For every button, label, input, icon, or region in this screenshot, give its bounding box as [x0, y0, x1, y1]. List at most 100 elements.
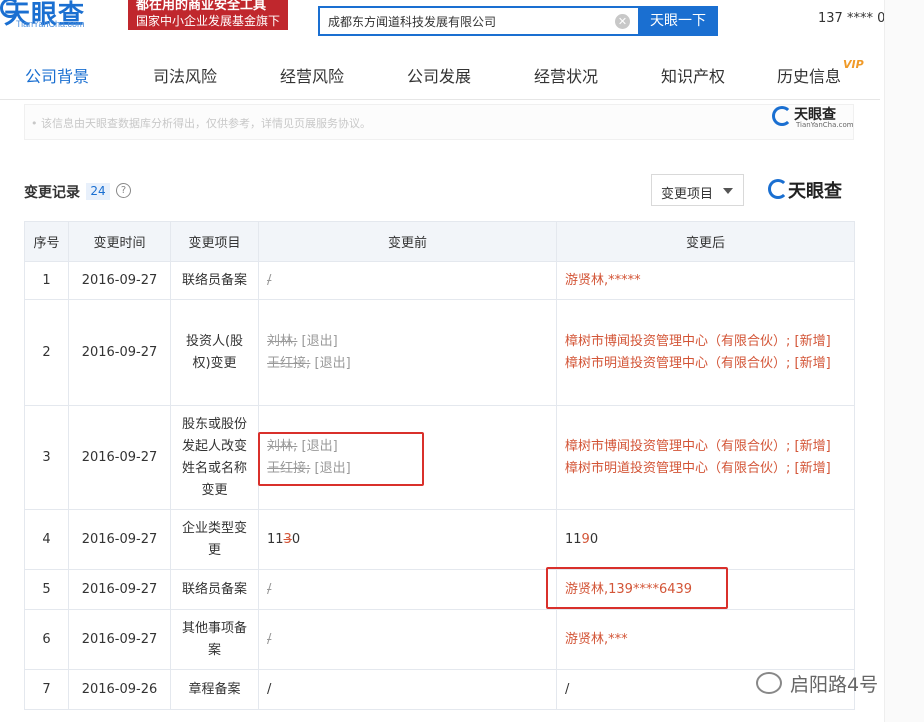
- header-before: 变更前: [258, 221, 557, 262]
- cell-item: 投资人(股权)变更: [170, 299, 259, 406]
- table-header-row: 序号 变更时间 变更项目 变更前 变更后: [24, 221, 855, 262]
- cell-before: /: [258, 261, 557, 300]
- tab-company-development[interactable]: 公司发展: [407, 63, 471, 87]
- search-input-value: 成都东方闻道科技发展有限公司: [328, 15, 497, 29]
- cell-before: 1130: [258, 509, 557, 570]
- search-button[interactable]: 天眼一下: [638, 6, 718, 36]
- header-item: 变更项目: [170, 221, 259, 262]
- record-count-badge: 24: [86, 183, 110, 200]
- cell-after: 樟树市博闻投资管理中心（有限合伙）; [新增] 樟树市明道投资管理中心（有限合伙…: [556, 405, 855, 510]
- disclaimer-text: • 该信息由天眼查数据库分析得出，仅供参考，详情见页展服务协议。: [31, 117, 371, 130]
- cell-item: 联络员备案: [170, 569, 259, 610]
- eye-icon: [772, 106, 792, 126]
- table-row: 2 2016-09-27 投资人(股权)变更 刘林; [退出] 王红接; [退出…: [24, 299, 855, 406]
- change-item-filter[interactable]: 变更项目: [651, 174, 744, 206]
- disclaimer-logo: 天眼查 TianYanCha.com: [772, 104, 854, 132]
- after-entry: 樟树市明道投资管理中心（有限合伙）; [新增]: [565, 460, 831, 476]
- plain-value: /: [565, 681, 570, 697]
- after-entry: 樟树市明道投资管理中心（有限合伙）; [新增]: [565, 355, 831, 371]
- table-row: 5 2016-09-27 联络员备案 / 游贤林,139****6439: [24, 569, 855, 610]
- table-row: 3 2016-09-27 股东或股份发起人改变姓名或名称变更 刘林; [退出] …: [24, 405, 855, 510]
- logo-subtext: TianYanCha.com: [16, 19, 85, 29]
- section-title: 变更记录: [24, 185, 80, 201]
- cell-after: 游贤林,*****: [556, 261, 855, 300]
- cell-date: 2016-09-27: [68, 405, 171, 510]
- tab-business-risk[interactable]: 经营风险: [280, 63, 344, 87]
- cell-date: 2016-09-27: [68, 299, 171, 406]
- cell-date: 2016-09-27: [68, 609, 171, 670]
- vip-badge: VIP: [843, 58, 864, 71]
- clear-icon[interactable]: ✕: [615, 14, 630, 29]
- struck-value: 王红接;: [267, 355, 311, 371]
- exit-tag: [退出]: [301, 333, 338, 349]
- cell-after: 1190: [556, 509, 855, 570]
- filter-label: 变更项目: [661, 187, 714, 202]
- header-date: 变更时间: [68, 221, 171, 262]
- value-part: 11: [565, 531, 582, 547]
- cell-before: 刘林; [退出] 王红接; [退出]: [258, 299, 557, 406]
- annotation-box-after: [546, 567, 728, 609]
- cell-index: 7: [24, 669, 69, 710]
- slogan-banner: 都在用的商业安全工具 国家中小企业发展基金旗下: [128, 0, 288, 30]
- cell-date: 2016-09-26: [68, 669, 171, 710]
- question-circle-icon[interactable]: ?: [116, 183, 131, 198]
- cell-index: 6: [24, 609, 69, 670]
- table-row: 7 2016-09-26 章程备案 / /: [24, 669, 855, 710]
- main-nav: 公司背景 司法风险 经营风险 公司发展 经营状况 知识产权 历史信息: [0, 48, 880, 100]
- table-row: 1 2016-09-27 联络员备案 / 游贤林,*****: [24, 261, 855, 300]
- cell-item: 股东或股份发起人改变姓名或名称变更: [170, 405, 259, 510]
- wechat-icon: [756, 672, 782, 694]
- tab-intellectual-property[interactable]: 知识产权: [661, 63, 725, 87]
- tab-operating-status[interactable]: 经营状况: [534, 63, 598, 87]
- eye-icon: [768, 179, 788, 199]
- cell-index: 4: [24, 509, 69, 570]
- cell-date: 2016-09-27: [68, 569, 171, 610]
- after-entry: 樟树市博闻投资管理中心（有限合伙）; [新增]: [565, 333, 831, 349]
- caret-down-icon: [723, 188, 733, 194]
- watermark-text: 启阳路4号: [790, 674, 879, 696]
- cell-item: 企业类型变更: [170, 509, 259, 570]
- cell-item: 章程备案: [170, 669, 259, 710]
- value-part: 0: [589, 531, 599, 547]
- value-part: 0: [291, 531, 301, 547]
- tianyancha-logo[interactable]: 天眼查 TianYanCha.com: [0, 0, 120, 36]
- cell-after: 游贤林,***: [556, 609, 855, 670]
- cell-index: 2: [24, 299, 69, 406]
- right-gutter: [884, 0, 924, 722]
- cell-before: /: [258, 669, 557, 710]
- cell-after: 樟树市博闻投资管理中心（有限合伙）; [新增] 樟树市明道投资管理中心（有限合伙…: [556, 299, 855, 406]
- changed-digit: 9: [581, 531, 590, 547]
- tab-company-background[interactable]: 公司背景: [25, 63, 89, 87]
- slogan-line-2: 国家中小企业发展基金旗下: [136, 14, 281, 28]
- header-after: 变更后: [556, 221, 855, 262]
- before-entry: 王红接; [退出]: [267, 353, 548, 375]
- cell-index: 1: [24, 261, 69, 300]
- brand-logo-text: 天眼查: [788, 181, 842, 202]
- header-index: 序号: [24, 221, 69, 262]
- tab-legal-risk[interactable]: 司法风险: [153, 63, 217, 87]
- table-row: 4 2016-09-27 企业类型变更 1130 1190: [24, 509, 855, 570]
- disclaimer-logo-subtext: TianYanCha.com: [796, 121, 854, 129]
- struck-value: /: [267, 272, 272, 288]
- change-record-table: 序号 变更时间 变更项目 变更前 变更后 1 2016-09-27 联络员备案 …: [24, 221, 855, 710]
- before-entry: 刘林; [退出]: [267, 331, 548, 353]
- struck-value: 刘林;: [267, 333, 298, 349]
- table-row: 6 2016-09-27 其他事项备案 / 游贤林,***: [24, 609, 855, 670]
- disclaimer-bar: • 该信息由天眼查数据库分析得出，仅供参考，详情见页展服务协议。: [24, 104, 854, 140]
- cell-before: /: [258, 609, 557, 670]
- value-part: 11: [267, 531, 284, 547]
- search-input[interactable]: 成都东方闻道科技发展有限公司 ✕: [318, 6, 640, 36]
- changed-digit: 3: [283, 531, 292, 547]
- after-entry: 樟树市博闻投资管理中心（有限合伙）; [新增]: [565, 438, 831, 454]
- brand-logo: 天眼查: [768, 177, 854, 205]
- cell-before: /: [258, 569, 557, 610]
- annotation-box-before: [258, 432, 424, 486]
- exit-tag: [退出]: [314, 355, 351, 371]
- struck-value: /: [267, 581, 272, 597]
- tab-history[interactable]: 历史信息: [777, 63, 841, 87]
- cell-index: 3: [24, 405, 69, 510]
- cell-index: 5: [24, 569, 69, 610]
- cell-date: 2016-09-27: [68, 509, 171, 570]
- top-header: 天眼查 TianYanCha.com 都在用的商业安全工具 国家中小企业发展基金…: [0, 0, 924, 40]
- cell-item: 联络员备案: [170, 261, 259, 300]
